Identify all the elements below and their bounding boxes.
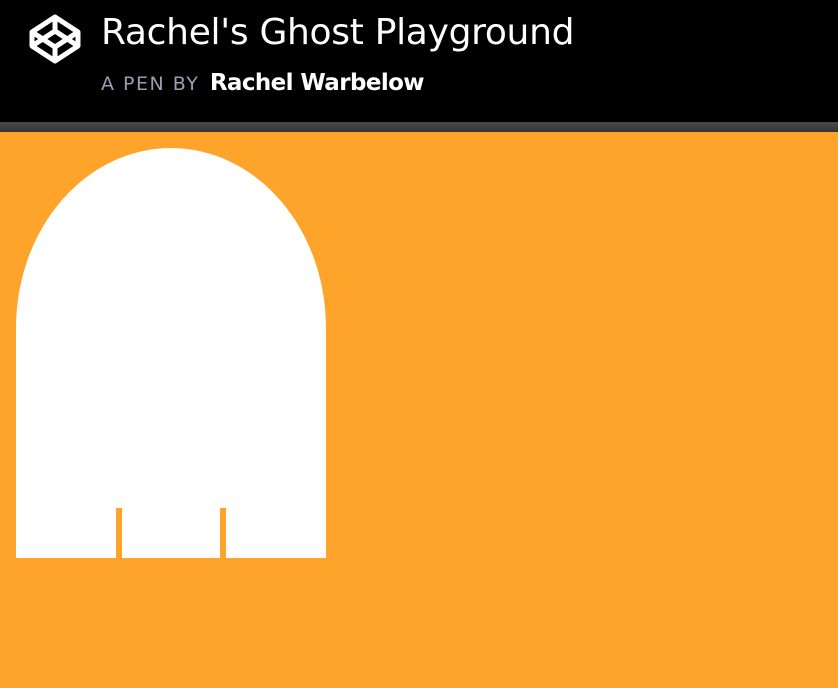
header-divider — [0, 122, 838, 132]
codepen-logo-icon[interactable] — [28, 13, 82, 65]
ghost-shape — [16, 148, 326, 558]
byline-prefix: A PEN BY — [101, 73, 200, 95]
pen-header: Rachel's Ghost Playground A PEN BY Rache… — [0, 0, 838, 122]
author-link[interactable]: Rachel Warbelow — [210, 70, 425, 96]
pen-title[interactable]: Rachel's Ghost Playground — [101, 12, 574, 53]
pen-byline: A PEN BY Rachel Warbelow — [101, 70, 425, 96]
pen-preview-stage — [0, 132, 838, 688]
